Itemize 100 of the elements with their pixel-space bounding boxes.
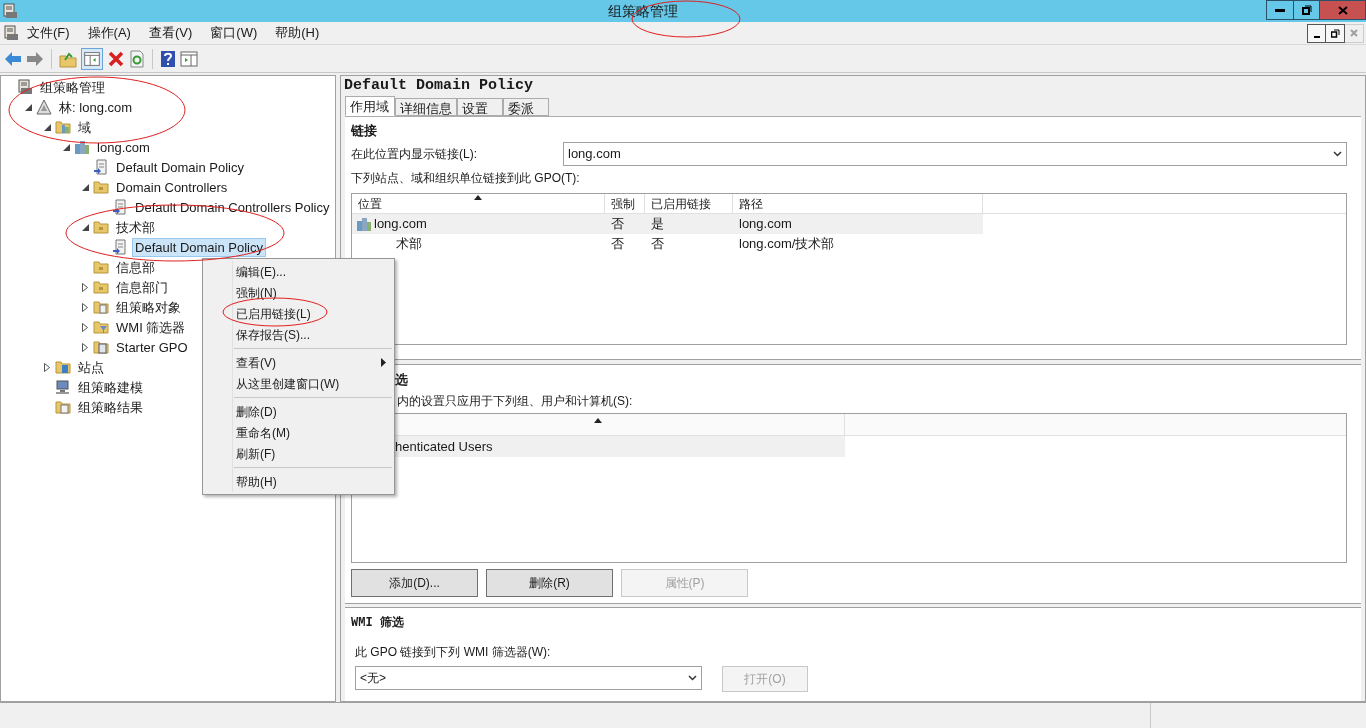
minimize-button[interactable] (1307, 23, 1326, 43)
restore-button[interactable] (1326, 23, 1345, 43)
tab[interactable]: 委派 (503, 98, 549, 116)
close-icon (1350, 29, 1358, 37)
menu-item[interactable]: 查看(V) (143, 23, 198, 43)
tree-item[interactable]: 组策略建模 (75, 377, 147, 397)
field-label: 在此位置内显示链接(L): (351, 146, 478, 163)
restore-icon (1330, 28, 1340, 38)
console-icon (2, 3, 18, 19)
context-menu-item[interactable]: 编辑(E)... (203, 261, 394, 282)
menu-item[interactable]: 操作(A) (82, 23, 136, 43)
column-header[interactable]: 已启用链接 (651, 197, 711, 211)
expanded-arrow-icon[interactable] (43, 123, 51, 131)
folder-icon (55, 119, 72, 135)
help-icon[interactable] (160, 49, 176, 68)
refresh-icon[interactable] (129, 49, 145, 68)
context-menu-item[interactable]: 强制(N) (203, 282, 394, 303)
tree-item[interactable]: 组策略管理 (37, 77, 109, 97)
menu-item[interactable]: 窗口(W) (205, 23, 263, 43)
tab[interactable]: 作用域 (345, 96, 395, 116)
table-cell-text: long.com (739, 215, 792, 233)
collapsed-arrow-icon[interactable] (82, 342, 89, 352)
close-button[interactable] (1320, 0, 1366, 20)
collapsed-arrow-icon[interactable] (82, 322, 89, 332)
field-label: 内的设置只应用于下列组、用户和计算机(S): (396, 393, 634, 410)
section-heading: WMI 筛选 (351, 615, 405, 632)
column-header[interactable]: 位置 (358, 197, 382, 211)
sort-arrow-icon (474, 195, 482, 200)
building-icon (356, 216, 372, 232)
tree-item[interactable]: Default Domain Policy (132, 237, 266, 257)
close-icon (1337, 5, 1348, 15)
triangle-icon (36, 99, 53, 115)
menu-item[interactable]: 文件(F) (22, 23, 75, 43)
context-menu-item[interactable]: 查看(V) (203, 352, 394, 373)
menu-item[interactable]: 帮助(H) (270, 23, 325, 43)
folder-icon (55, 399, 72, 415)
restore-button[interactable] (1294, 0, 1320, 20)
scroll-icon (112, 199, 129, 215)
action-pane-icon[interactable] (180, 49, 198, 68)
tree-item[interactable]: 组策略对象 (113, 297, 185, 317)
tree-item[interactable]: 信息部门 (113, 277, 172, 297)
window-title: 组策略管理 (608, 1, 678, 21)
table-row[interactable]: long.com 否 是 long.com (352, 214, 983, 234)
action-button[interactable]: 添加(D)... (351, 569, 478, 597)
context-menu-item[interactable]: 已启用链接(L) (203, 303, 394, 324)
expanded-arrow-icon[interactable] (81, 183, 89, 191)
table-cell: henticated Users (395, 439, 493, 454)
tree-item[interactable]: Domain Controllers (113, 177, 231, 197)
context-menu-item[interactable]: 保存报告(S)... (203, 324, 394, 345)
forward-arrow-icon[interactable] (26, 50, 44, 67)
wmi-filter-select[interactable]: <无> (355, 666, 702, 690)
context-menu-item[interactable]: 帮助(H) (203, 471, 394, 492)
collapsed-arrow-icon[interactable] (82, 282, 89, 292)
console-tree-icon[interactable] (81, 47, 103, 70)
expanded-arrow-icon[interactable] (62, 143, 70, 151)
submenu-arrow-icon (381, 358, 386, 367)
console-icon (3, 25, 19, 41)
location-select[interactable]: long.com (563, 142, 1347, 166)
section-heading: 链接 (351, 122, 378, 140)
expanded-arrow-icon[interactable] (81, 223, 89, 231)
back-arrow-icon[interactable] (4, 50, 22, 67)
tree-item[interactable]: 信息部 (113, 257, 159, 277)
table-cell-text: 术部 (396, 235, 422, 253)
folder-icon (55, 359, 72, 375)
tree-item[interactable]: 站点 (75, 357, 108, 377)
tree-item[interactable]: WMI 筛选器 (113, 317, 189, 337)
column-header[interactable]: 强制 (611, 197, 635, 211)
table-cell-text: 否 (651, 235, 664, 253)
column-header[interactable]: 路径 (739, 197, 763, 211)
section-heading: 选 (394, 371, 409, 389)
scroll-icon (112, 239, 129, 255)
expanded-arrow-icon[interactable] (24, 103, 32, 111)
tree-item[interactable]: 技术部 (113, 217, 159, 237)
tree-item[interactable]: 组策略结果 (75, 397, 147, 417)
tree-item[interactable]: 林: long.com (56, 97, 136, 117)
context-menu-item[interactable]: 从这里创建窗口(W) (203, 373, 394, 394)
tree-item[interactable]: long.com (94, 137, 153, 157)
folder-icon (93, 259, 110, 275)
tree-item[interactable]: Default Domain Policy (113, 157, 247, 177)
minimize-button[interactable] (1266, 0, 1294, 20)
tree-item[interactable]: Starter GPO (113, 337, 191, 357)
collapsed-arrow-icon[interactable] (82, 302, 89, 312)
collapsed-arrow-icon[interactable] (44, 362, 51, 372)
tree-item[interactable]: 域 (75, 117, 95, 137)
sort-arrow-icon (594, 418, 602, 423)
tab[interactable]: 设置 (457, 98, 503, 116)
delete-icon[interactable] (107, 49, 125, 68)
scroll-icon (93, 159, 110, 175)
folder-icon (93, 299, 110, 315)
action-button[interactable]: 删除(R) (486, 569, 613, 597)
field-label: 此 GPO 链接到下列 WMI 筛选器(W): (354, 644, 552, 661)
folder-icon (93, 279, 110, 295)
folder-icon (93, 179, 110, 195)
computer-icon (55, 379, 72, 395)
table-cell-text: long.com (374, 215, 427, 233)
context-menu-item[interactable]: 删除(D) (203, 401, 394, 422)
building-icon (74, 139, 91, 155)
table-cell-text: long.com/技术部 (739, 235, 835, 253)
tab[interactable]: 详细信息 (395, 98, 457, 116)
folder-icon (93, 319, 110, 335)
